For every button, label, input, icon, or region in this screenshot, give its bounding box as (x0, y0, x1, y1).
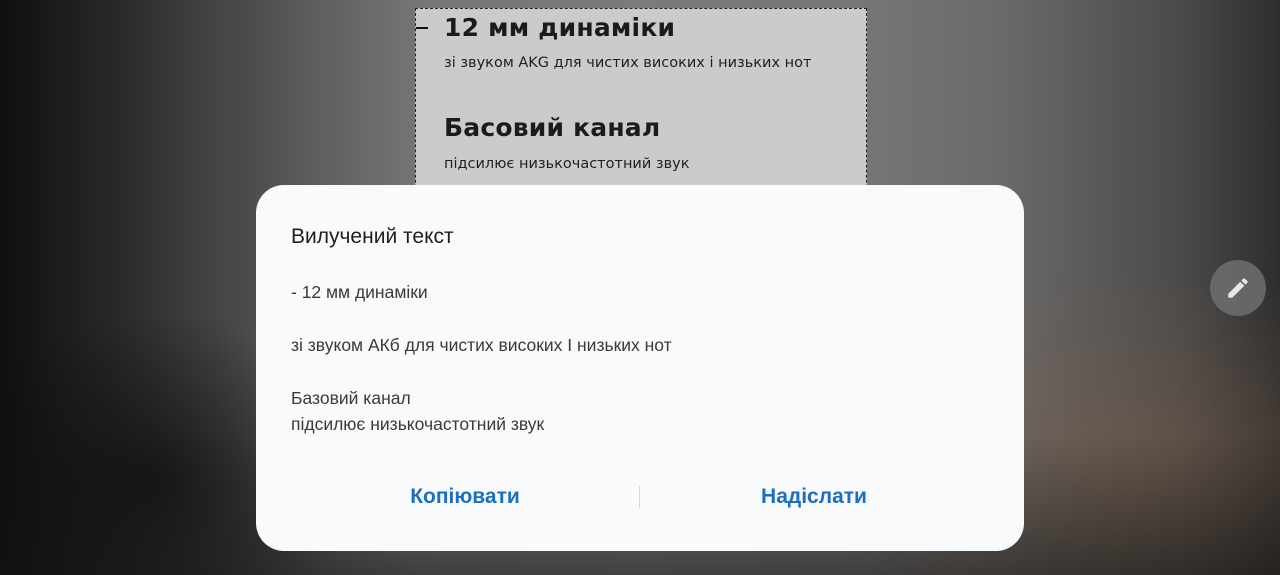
copy-button[interactable]: Копіювати (315, 475, 615, 519)
actions-divider (639, 486, 640, 508)
dialog-actions: Копіювати Надіслати (256, 475, 1024, 519)
dialog-title: Вилучений текст (291, 225, 454, 248)
extracted-text-dialog: Вилучений текст - 12 мм динаміки зі звук… (256, 185, 1024, 551)
selection-subtext-akg: зі звуком AKG для чистих високих і низьк… (444, 55, 812, 71)
extracted-line: - 12 мм динаміки (291, 282, 428, 302)
selection-heading-bass: Басовий канал (444, 113, 661, 142)
selection-heading-speakers: 12 мм динаміки (444, 13, 676, 42)
extracted-line: підсилює низькочастотний звук (291, 414, 545, 434)
extracted-line: зі звуком АКб для чистих високих І низьк… (291, 335, 672, 355)
text-selection-region[interactable]: 12 мм динаміки зі звуком AKG для чистих … (415, 8, 867, 208)
edit-button[interactable] (1210, 260, 1266, 316)
send-button[interactable]: Надіслати (664, 475, 964, 519)
selection-subtext-bass: підсилює низькочастотний звук (444, 156, 690, 172)
extracted-line: Базовий канал (291, 388, 411, 408)
dash-mark (416, 27, 428, 29)
pencil-icon (1228, 278, 1248, 298)
